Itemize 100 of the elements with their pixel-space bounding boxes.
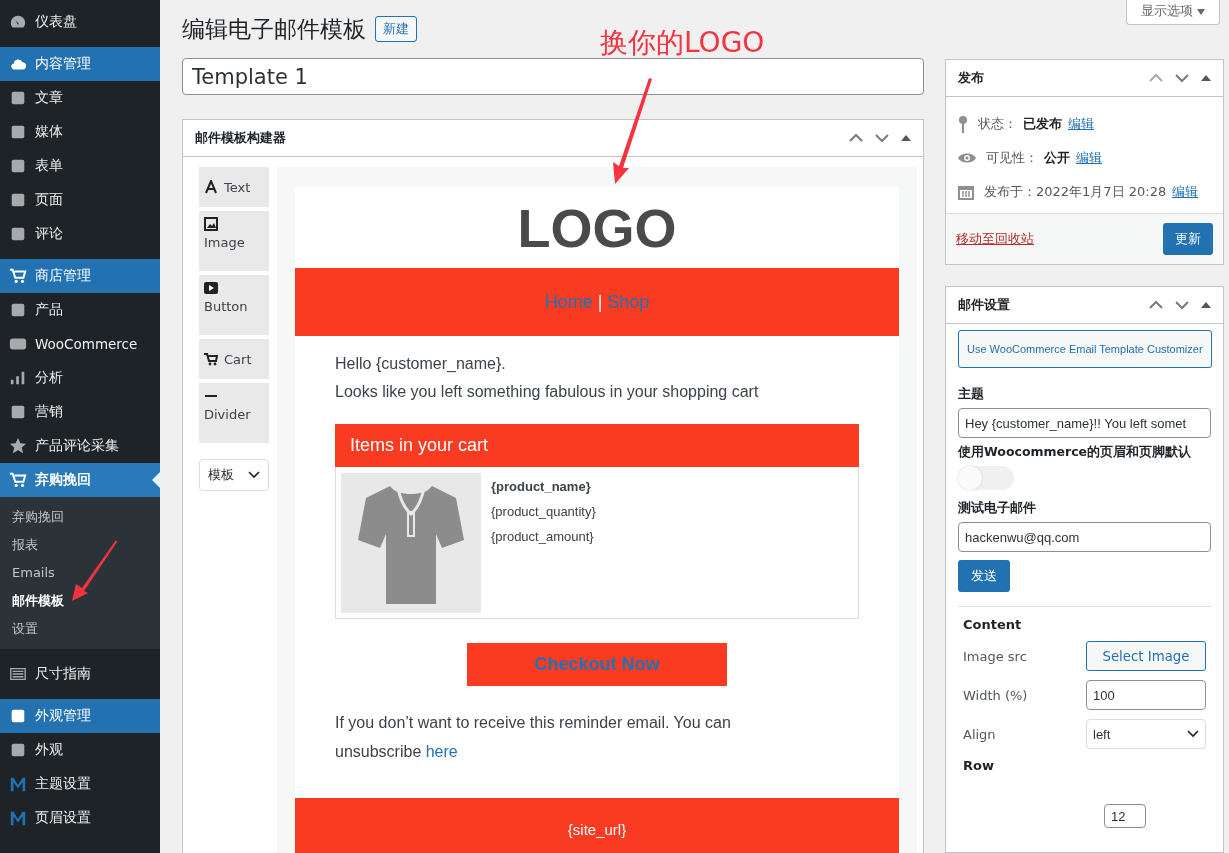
template-select[interactable]: 模板: [199, 459, 269, 491]
page-title: 编辑电子邮件模板: [182, 14, 366, 44]
row-number-field[interactable]: 12: [1104, 804, 1146, 828]
chevron-up-icon[interactable]: [1149, 73, 1163, 83]
play-icon: [204, 281, 218, 295]
annotation-text: 换你的LOGO: [600, 25, 765, 61]
product-name-text: {product_name}: [491, 479, 592, 494]
chevron-down-icon: [1187, 730, 1199, 738]
chevron-down-icon[interactable]: [1175, 73, 1189, 83]
menu-item[interactable]: 分析: [0, 361, 160, 395]
chevron-down-icon: [248, 471, 260, 479]
m-icon: [9, 809, 27, 827]
menu-item[interactable]: 尺寸指南: [0, 657, 160, 691]
m-icon: [9, 775, 27, 793]
edit-link[interactable]: 编辑: [1172, 183, 1199, 201]
submenu-item[interactable]: Emails: [0, 559, 160, 587]
nav-separator: |: [597, 291, 603, 313]
test-email-field[interactable]: hackenwu@qq.com: [958, 522, 1211, 552]
status-value: 已发布: [1023, 115, 1062, 133]
menu-item[interactable]: 外观管理: [0, 699, 160, 733]
menu-item[interactable]: 仪表盘: [0, 5, 160, 39]
chevron-up-icon[interactable]: [1149, 300, 1163, 310]
width-field[interactable]: 100: [1086, 680, 1206, 710]
panel-title: 邮件模板构建器: [195, 129, 286, 147]
update-button[interactable]: 更新: [1163, 223, 1213, 255]
menu-item[interactable]: 弃购挽回: [0, 463, 160, 497]
star-icon: [9, 437, 27, 455]
calendar-icon: [958, 184, 974, 200]
caret-icon: [1197, 9, 1205, 15]
row-heading: Row: [963, 758, 995, 773]
status-label: 状态：: [978, 115, 1017, 133]
greeting-text: Hello {customer_name}.: [335, 354, 507, 374]
content-heading: Content: [963, 617, 1023, 632]
product-amount-text: {product_amount}: [491, 529, 595, 544]
align-label: Align: [963, 726, 996, 742]
menu-item[interactable]: 商店管理: [0, 259, 160, 293]
submenu-item[interactable]: 弃购挽回: [0, 503, 160, 531]
visibility-value: 公开: [1044, 149, 1070, 167]
cart-title-bar: Items in your cart: [335, 424, 859, 467]
subject-field[interactable]: Hey {customer_name}!! You left somet: [958, 408, 1211, 438]
chevron-down-icon[interactable]: [1175, 300, 1189, 310]
menu-item[interactable]: WooCommerce: [0, 327, 160, 361]
logo-text: LOGO: [517, 196, 677, 259]
intro-text: Looks like you left something fabulous in your shopping cart: [335, 382, 760, 402]
new-button[interactable]: 新建: [375, 16, 417, 42]
unsubscribe-link[interactable]: here: [425, 743, 458, 760]
menu-item[interactable]: 媒体: [0, 115, 160, 149]
block-tile[interactable]: Cart: [199, 339, 269, 379]
unsubscribe-text: If you don’t want to receive this reminder email. You can unsubscribe here: [335, 713, 732, 762]
grid-icon: [9, 665, 27, 683]
menu-item[interactable]: 外观: [0, 733, 160, 767]
block-tile[interactable]: Button: [199, 275, 269, 335]
cart-icon: [9, 471, 27, 489]
panel-title: 邮件设置: [958, 296, 1010, 314]
test-email-label: 测试电子邮件: [958, 500, 1037, 517]
trash-link[interactable]: 移动至回收站: [956, 230, 1034, 248]
panel-title: 发布: [958, 69, 984, 87]
collapse-icon[interactable]: [1201, 74, 1211, 82]
block-tile[interactable]: Divider: [199, 383, 269, 443]
chevron-down-icon[interactable]: [875, 133, 889, 143]
width-label: Width (%): [963, 687, 1028, 703]
collapse-icon[interactable]: [1201, 301, 1211, 309]
align-select[interactable]: left: [1086, 719, 1206, 749]
screen-options-button[interactable]: 显示选项: [1125, 0, 1220, 25]
menu-item[interactable]: 主题设置: [0, 767, 160, 801]
send-button[interactable]: 发送: [958, 560, 1010, 592]
menu-item[interactable]: 评论: [0, 217, 160, 251]
chart-icon: [9, 369, 27, 387]
menu-item[interactable]: 文章: [0, 81, 160, 115]
menu-item[interactable]: 表单: [0, 149, 160, 183]
menu-item[interactable]: 页眉设置: [0, 801, 160, 835]
chevron-up-icon[interactable]: [849, 133, 863, 143]
eye-icon: [958, 152, 976, 164]
site-url-text: {site_url}: [567, 821, 627, 838]
submenu-item[interactable]: 邮件模板: [0, 587, 160, 615]
visibility-label: 可见性：: [986, 149, 1038, 167]
letter-icon: [204, 180, 218, 194]
edit-link[interactable]: 编辑: [1068, 115, 1094, 133]
submenu-item[interactable]: 报表: [0, 531, 160, 559]
menu-item[interactable]: 营销: [0, 395, 160, 429]
title-field[interactable]: Template 1: [182, 58, 924, 95]
picture-icon: [204, 217, 218, 231]
product-quantity-text: {product_quantity}: [491, 504, 596, 519]
cart-icon: [9, 267, 27, 285]
cart-icon: [204, 352, 218, 366]
select-image-button[interactable]: Select Image: [1086, 641, 1206, 671]
menu-item[interactable]: 内容管理: [0, 47, 160, 81]
block-tile[interactable]: Image: [199, 211, 269, 271]
annotation-arrow: [70, 538, 118, 602]
customizer-button[interactable]: Use WooCommerce Email Template Customizer: [958, 330, 1212, 368]
submenu-item[interactable]: 设置: [0, 615, 160, 643]
default-header-label: 使用Woocommerce的页眉和页脚默认: [958, 444, 1193, 461]
edit-link[interactable]: 编辑: [1076, 149, 1102, 167]
menu-item[interactable]: 页面: [0, 183, 160, 217]
block-tile[interactable]: Text: [199, 167, 269, 207]
menu-item[interactable]: 产品评论采集: [0, 429, 160, 463]
subject-label: 主题: [958, 386, 985, 403]
toggle-switch[interactable]: [958, 466, 1014, 490]
collapse-icon[interactable]: [901, 134, 911, 142]
menu-item[interactable]: 产品: [0, 293, 160, 327]
